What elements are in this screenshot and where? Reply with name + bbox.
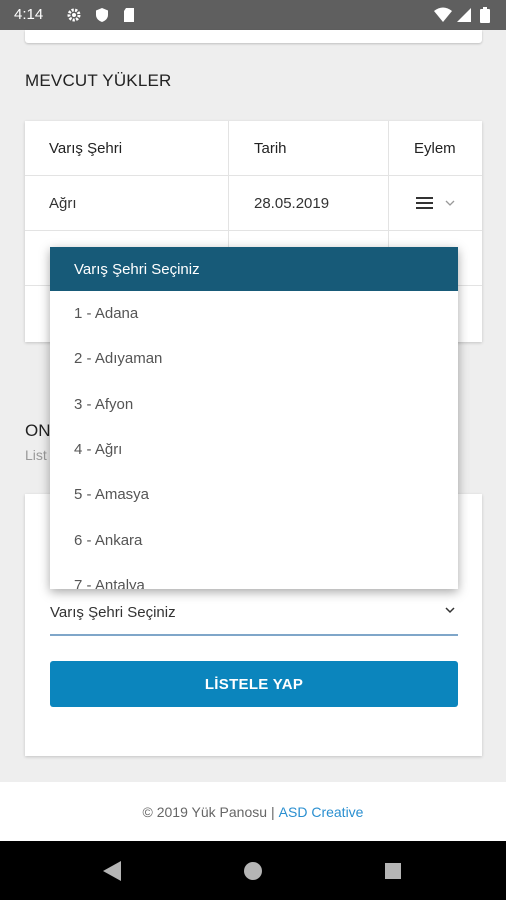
battery-icon: [480, 7, 490, 23]
dropdown-option[interactable]: 7 - Antalya: [50, 563, 458, 589]
row-city: Ağrı: [49, 194, 77, 212]
sd-card-icon: [124, 8, 134, 22]
home-icon[interactable]: [243, 861, 263, 881]
recents-icon[interactable]: [384, 862, 402, 880]
dropdown-option[interactable]: 1 - Adana: [50, 291, 458, 336]
row-date: 28.05.2019: [254, 194, 330, 212]
header-date: Tarih: [254, 139, 287, 157]
chevron-down-icon[interactable]: [444, 604, 456, 616]
list-button[interactable]: LİSTELE YAP: [50, 661, 458, 707]
previous-card: [25, 30, 482, 43]
header-city: Varış Şehri: [49, 139, 123, 157]
footer-copyright: © 2019 Yük Panosu: [142, 803, 268, 820]
dropdown-option[interactable]: 2 - Adıyaman: [50, 336, 458, 381]
dropdown-option[interactable]: 3 - Afyon: [50, 382, 458, 427]
select-value: Varış Şehri Seçiniz: [50, 604, 176, 621]
status-bar: 4:14: [0, 0, 506, 30]
navigation-bar: [0, 841, 506, 900]
dropdown-option[interactable]: 4 - Ağrı: [50, 427, 458, 472]
status-time: 4:14: [14, 6, 44, 23]
footer-link[interactable]: ASD Creative: [279, 804, 364, 820]
section-subtitle-partial: List: [25, 447, 47, 463]
shield-icon: [96, 8, 108, 22]
chevron-down-icon[interactable]: [443, 198, 457, 208]
footer-separator: |: [271, 803, 275, 820]
header-action: Eylem: [414, 139, 456, 157]
footer: © 2019 Yük Panosu | ASD Creative: [0, 782, 506, 841]
table-row: Ağrı 28.05.2019: [25, 176, 482, 231]
wifi-icon: [434, 7, 452, 22]
section-title-partial: ON: [25, 421, 51, 440]
table-header-row: Varış Şehri Tarih Eylem: [25, 121, 482, 176]
back-icon[interactable]: [102, 860, 122, 882]
dropdown-option[interactable]: 6 - Ankara: [50, 518, 458, 563]
signal-icon: [457, 8, 471, 22]
row-action-menu[interactable]: [415, 176, 457, 230]
existing-loads-title: MEVCUT YÜKLER: [25, 71, 172, 90]
settings-icon: [67, 8, 81, 22]
city-dropdown-list[interactable]: Varış Şehri Seçiniz 1 - Adana 2 - Adıyam…: [50, 247, 458, 589]
destination-city-select[interactable]: Varış Şehri Seçiniz: [50, 592, 458, 636]
menu-icon[interactable]: [415, 196, 435, 210]
dropdown-option-placeholder[interactable]: Varış Şehri Seçiniz: [50, 247, 458, 291]
dropdown-option[interactable]: 5 - Amasya: [50, 472, 458, 517]
